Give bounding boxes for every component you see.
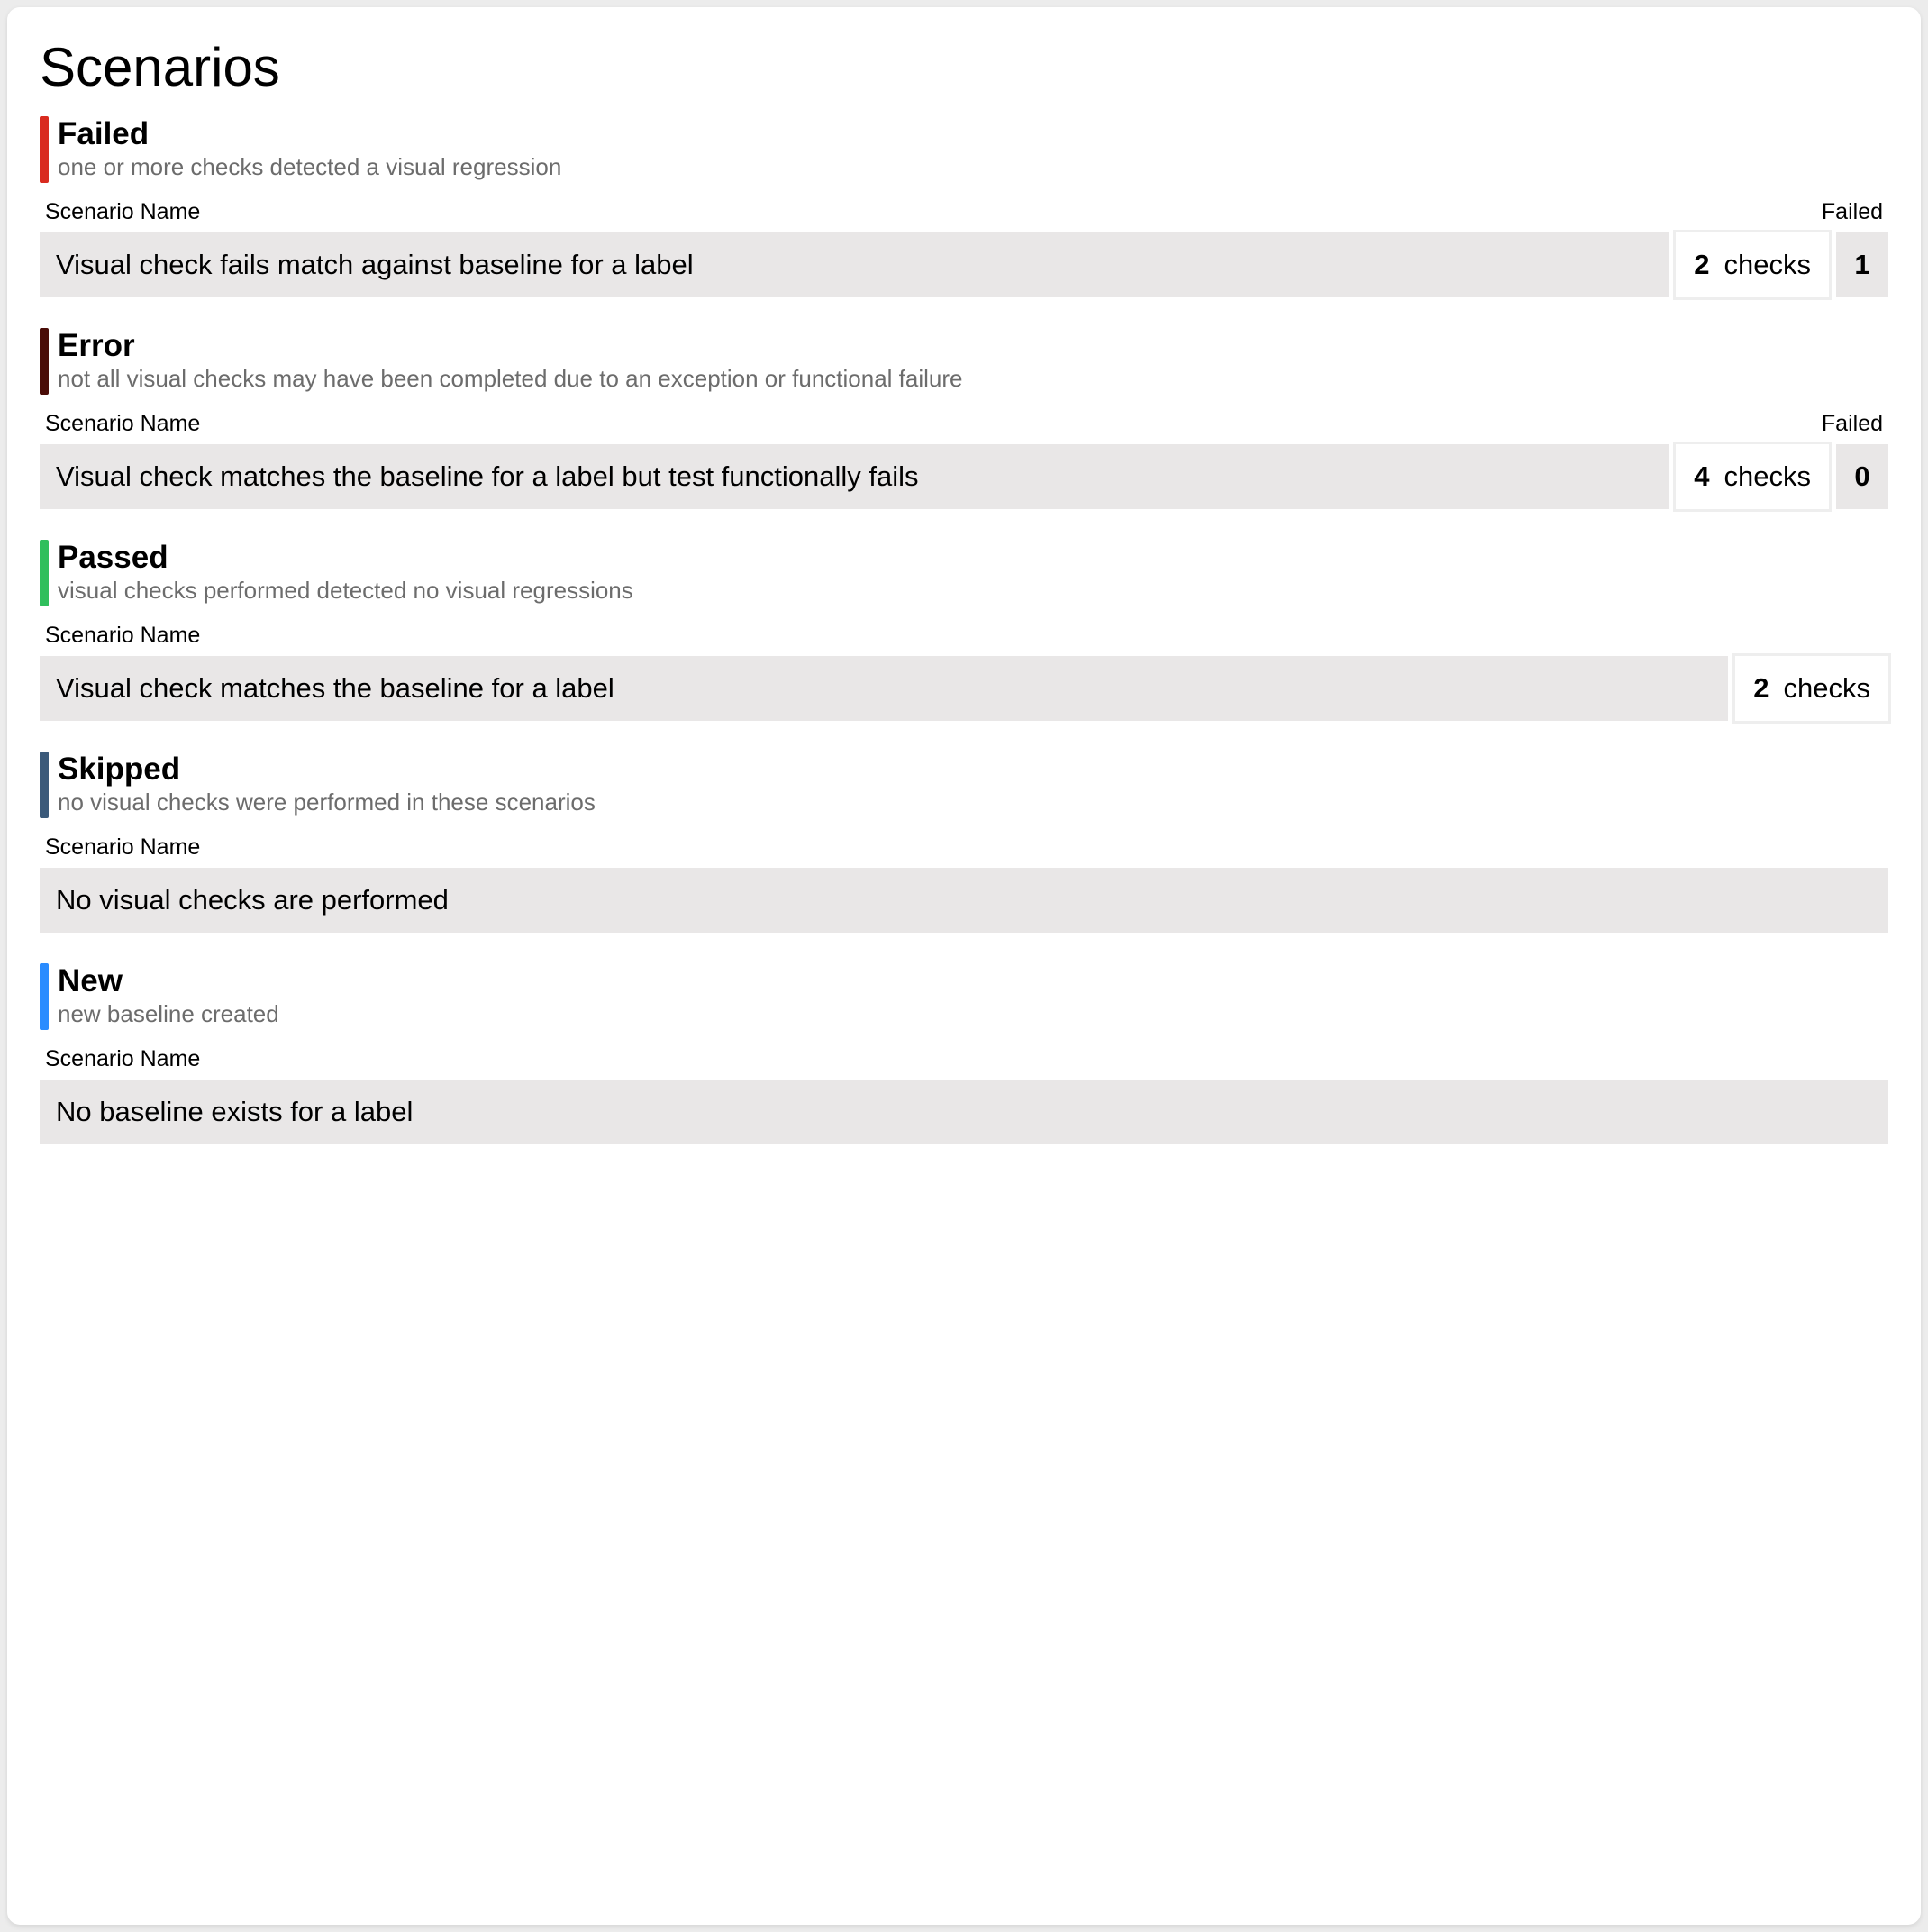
group-subtext: visual checks performed detected no visu…	[58, 576, 633, 606]
group-header-passed: Passedvisual checks performed detected n…	[40, 540, 1888, 606]
group-skipped: Skippedno visual checks were performed i…	[40, 752, 1888, 933]
scenario-row[interactable]: Visual check fails match against baselin…	[40, 232, 1888, 297]
status-bar-failed	[40, 116, 49, 183]
group-heading: Passed	[58, 540, 633, 576]
status-bar-skipped	[40, 752, 49, 818]
column-header-failed: Failed	[1822, 199, 1883, 225]
group-subtext: not all visual checks may have been comp…	[58, 364, 963, 395]
checks-count: 4	[1694, 460, 1709, 493]
checks-badge: 2 checks	[1735, 656, 1888, 721]
column-header-name: Scenario Name	[45, 199, 200, 225]
group-header-failed: Failedone or more checks detected a visu…	[40, 116, 1888, 183]
checks-count: 2	[1753, 672, 1769, 705]
group-failed: Failedone or more checks detected a visu…	[40, 116, 1888, 297]
group-heading-block: Errornot all visual checks may have been…	[58, 328, 963, 395]
group-heading: Error	[58, 328, 963, 364]
checks-label: checks	[1724, 249, 1811, 281]
status-bar-passed	[40, 540, 49, 606]
group-heading: Failed	[58, 116, 561, 152]
scenario-name[interactable]: Visual check matches the baseline for a …	[40, 444, 1669, 509]
page-title: Scenarios	[40, 36, 1888, 98]
group-new: Newnew baseline created Scenario Name No b…	[40, 963, 1888, 1144]
checks-count: 2	[1694, 249, 1709, 281]
list-header: Scenario Name	[40, 834, 1888, 868]
group-subtext: no visual checks were performed in these…	[58, 788, 596, 818]
failed-count: 1	[1854, 249, 1869, 281]
group-subtext: one or more checks detected a visual reg…	[58, 152, 561, 183]
failed-count: 0	[1854, 460, 1869, 493]
checks-badge: 2 checks	[1676, 232, 1829, 297]
group-header-skipped: Skippedno visual checks were performed i…	[40, 752, 1888, 818]
group-heading-block: Skippedno visual checks were performed i…	[58, 752, 596, 818]
checks-label: checks	[1724, 460, 1811, 493]
column-header-name: Scenario Name	[45, 1046, 200, 1072]
group-header-error: Errornot all visual checks may have been…	[40, 328, 1888, 395]
scenario-name[interactable]: No visual checks are performed	[40, 868, 1888, 933]
column-header-name: Scenario Name	[45, 623, 200, 649]
scenario-row[interactable]: No baseline exists for a label	[40, 1080, 1888, 1144]
status-bar-new	[40, 963, 49, 1030]
group-header-new: Newnew baseline created	[40, 963, 1888, 1030]
list-header: Scenario Name	[40, 1046, 1888, 1080]
group-heading-block: Passedvisual checks performed detected n…	[58, 540, 633, 606]
scenario-name[interactable]: Visual check matches the baseline for a …	[40, 656, 1728, 721]
column-header-name: Scenario Name	[45, 834, 200, 861]
status-bar-error	[40, 328, 49, 395]
group-heading: Skipped	[58, 752, 596, 788]
scenario-row[interactable]: Visual check matches the baseline for a …	[40, 656, 1888, 721]
groups-container: Failedone or more checks detected a visu…	[40, 116, 1888, 1144]
column-header-failed: Failed	[1822, 411, 1883, 437]
column-header-name: Scenario Name	[45, 411, 200, 437]
group-passed: Passedvisual checks performed detected n…	[40, 540, 1888, 721]
failed-badge: 0	[1836, 444, 1888, 509]
list-header: Scenario Name Failed	[40, 199, 1888, 232]
checks-badge: 4 checks	[1676, 444, 1829, 509]
group-error: Errornot all visual checks may have been…	[40, 328, 1888, 509]
group-subtext: new baseline created	[58, 999, 279, 1030]
scenario-row[interactable]: Visual check matches the baseline for a …	[40, 444, 1888, 509]
group-heading-block: Newnew baseline created	[58, 963, 279, 1030]
list-header: Scenario Name Failed	[40, 411, 1888, 444]
scenario-row[interactable]: No visual checks are performed	[40, 868, 1888, 933]
scenarios-panel: Scenarios Failedone or more checks detec…	[7, 7, 1921, 1925]
group-heading: New	[58, 963, 279, 999]
checks-label: checks	[1784, 672, 1870, 705]
group-heading-block: Failedone or more checks detected a visu…	[58, 116, 561, 183]
scenario-name[interactable]: No baseline exists for a label	[40, 1080, 1888, 1144]
scenario-name[interactable]: Visual check fails match against baselin…	[40, 232, 1669, 297]
list-header: Scenario Name	[40, 623, 1888, 656]
failed-badge: 1	[1836, 232, 1888, 297]
